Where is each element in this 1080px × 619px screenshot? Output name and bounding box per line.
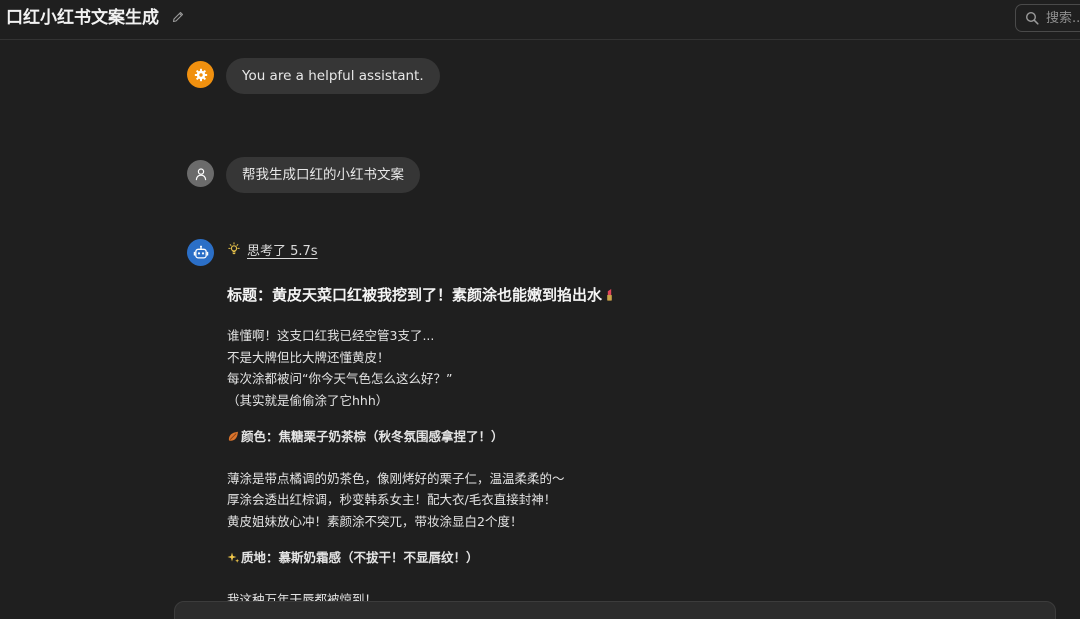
intro-line: 不是大牌但比大牌还懂黄皮！	[227, 349, 390, 365]
user-avatar	[187, 160, 214, 187]
user-message: 帮我生成口红的小红书文案	[226, 157, 420, 193]
person-icon	[195, 167, 206, 180]
response-title: 标题：黄皮天菜口红被我挖到了！素颜涂也能嫩到掐出水	[227, 283, 987, 307]
sparkles-icon	[227, 552, 240, 563]
color-line: 薄涂是带点橘调的奶茶色，像刚烤好的栗子仁，温温柔柔的～	[227, 470, 565, 486]
search-box[interactable]	[1015, 4, 1080, 32]
search-icon	[1025, 11, 1039, 25]
intro-line: （其实就是偷偷涂了它hhh）	[227, 392, 389, 408]
conversation-title: 口红小红书文案生成	[6, 8, 159, 28]
chestnut-icon	[228, 431, 238, 441]
chat-app: 口红小红书文案生成 搜索... You are a helpful assist…	[0, 0, 1080, 619]
robot-icon	[193, 245, 208, 259]
assistant-avatar	[187, 239, 214, 266]
color-line: 厚涂会透出红棕调，秒变韩系女主！配大衣/毛衣直接封神！	[227, 492, 557, 507]
search-input[interactable]	[1046, 9, 1080, 27]
assistant-response: 标题：黄皮天菜口红被我挖到了！素颜涂也能嫩到掐出水 谁懂啊！这支口红我已经空管3…	[227, 283, 987, 610]
color-line: 黄皮姐妹放心冲！素颜涂不突兀，带妆涂显白2个度！	[227, 513, 523, 529]
lightbulb-icon	[228, 242, 240, 255]
thinking-duration[interactable]: 思考了 5.7s	[247, 240, 318, 259]
system-message: You are a helpful assistant.	[226, 58, 440, 94]
gear-icon	[194, 68, 207, 81]
message-composer[interactable]	[174, 601, 1056, 619]
color-heading: 颜色：焦糖栗子奶茶棕（秋冬氛围感拿捏了！）	[227, 426, 987, 448]
lipstick-icon	[607, 289, 612, 301]
intro-line: 每次涂都被问“你今天气色怎么这么好？”	[227, 371, 453, 386]
texture-heading: 质地：慕斯奶霜感（不拔干！不显唇纹！）	[227, 547, 987, 569]
system-avatar	[187, 61, 214, 88]
intro-line: 谁懂啊！这支口红我已经空管3支了...	[227, 328, 435, 343]
pencil-icon[interactable]	[171, 10, 185, 24]
top-bar: 口红小红书文案生成	[0, 0, 1080, 40]
thinking-toggle[interactable]: 思考了 5.7s	[227, 240, 318, 259]
